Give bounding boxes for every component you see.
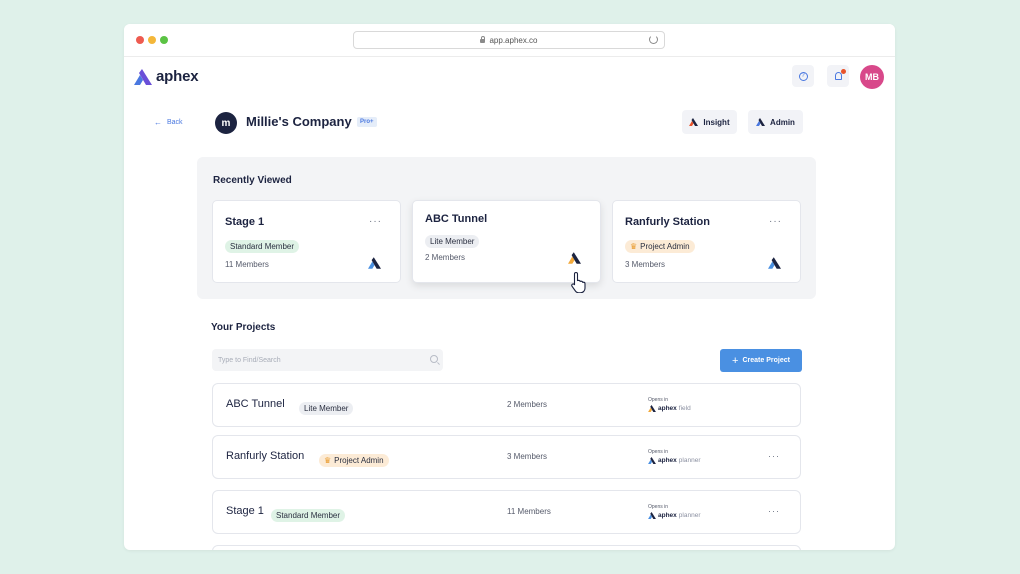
search-icon (430, 355, 438, 363)
arrow-left-icon: ← (154, 118, 162, 127)
opens-in-label: Opens in (648, 504, 669, 510)
app-module: planner (678, 512, 701, 519)
project-row-abc-tunnel[interactable]: ABC Tunnel Lite Member 2 Members Opens i… (212, 383, 801, 427)
reload-icon[interactable] (649, 35, 658, 44)
role-badge: ♛ Project Admin (319, 450, 389, 468)
insight-button[interactable]: Insight (682, 110, 737, 134)
role-badge-label: Standard Member (225, 240, 300, 253)
role-badge: Lite Member (299, 398, 354, 416)
aphex-logo-icon (134, 68, 152, 85)
role-badge-pill: ♛ Project Admin (625, 240, 695, 253)
project-name: Ranfurly Station (226, 450, 305, 462)
more-options-icon[interactable]: ··· (768, 506, 780, 516)
aphex-mark-icon (368, 257, 381, 269)
member-count: 3 Members (507, 452, 548, 461)
role-badge: Standard Member (225, 236, 300, 254)
role-badge-label: Project Admin (334, 456, 384, 465)
browser-chrome: app.aphex.co (124, 24, 895, 57)
back-link[interactable]: ← Back (154, 118, 183, 127)
project-row-ranfurly-station[interactable]: Ranfurly Station ♛ Project Admin 3 Member… (212, 435, 801, 479)
notification-dot (841, 69, 846, 74)
role-badge-pill: ♛ Project Admin (319, 454, 389, 467)
back-label: Back (167, 119, 183, 126)
role-badge-label: Lite Member (299, 402, 354, 415)
recent-card-stage-1[interactable]: Stage 1 ··· Standard Member 11 Members (212, 200, 401, 283)
role-badge: Lite Member (425, 231, 480, 249)
aphex-mark-icon (648, 405, 656, 412)
create-project-button[interactable]: + Create Project (720, 349, 802, 372)
opens-in-app: aphex planner (648, 512, 700, 519)
url-text: app.aphex.co (489, 35, 538, 45)
member-count: 11 Members (507, 507, 551, 516)
crown-icon: ♛ (324, 456, 332, 465)
aphex-mark-icon (689, 118, 699, 126)
aphex-mark-icon (756, 118, 766, 126)
close-window-button[interactable] (136, 36, 144, 44)
hand-pointer-icon (571, 271, 586, 293)
create-project-label: Create Project (742, 357, 790, 364)
crown-icon: ♛ (630, 242, 638, 251)
role-badge-label: Project Admin (640, 242, 690, 251)
member-count: 2 Members (425, 253, 466, 262)
aphex-logo[interactable]: aphex (134, 68, 199, 85)
project-search-input[interactable]: Type to Find/Search (212, 349, 443, 371)
member-count: 3 Members (625, 260, 666, 269)
recent-card-ranfurly-station[interactable]: Ranfurly Station ··· ♛ Project Admin 3 Me… (612, 200, 801, 283)
recently-viewed-title: Recently Viewed (213, 175, 292, 186)
notifications-button[interactable] (827, 65, 849, 87)
company-logo: m (215, 112, 237, 134)
question-circle-icon: ? (798, 71, 808, 81)
opens-in-label: Opens in (648, 449, 669, 455)
plan-badge: Pro+ (357, 117, 377, 127)
lock-icon (480, 36, 486, 43)
project-row-stage-1[interactable]: Stage 1 Standard Member 11 Members Opens… (212, 490, 801, 534)
opens-in: Opens in aphex planner (648, 504, 700, 519)
app-brand: aphex (658, 405, 677, 412)
help-button[interactable]: ? (792, 65, 814, 87)
admin-label: Admin (770, 117, 795, 127)
plus-icon: + (732, 354, 739, 367)
app-brand: aphex (658, 457, 677, 464)
app-brand: aphex (658, 512, 677, 519)
your-projects-title: Your Projects (211, 322, 276, 333)
opens-in: Opens in aphex planner (648, 449, 700, 464)
more-options-icon[interactable]: ··· (369, 216, 382, 227)
brand-name: aphex (156, 68, 199, 85)
avatar[interactable]: MB (860, 65, 884, 89)
address-bar[interactable]: app.aphex.co (353, 31, 665, 49)
maximize-window-button[interactable] (160, 36, 168, 44)
app-module: field (678, 405, 691, 412)
opens-in: Opens in aphex field (648, 397, 691, 412)
member-count: 2 Members (507, 400, 548, 409)
role-badge: Standard Member (271, 505, 346, 523)
aphex-mark-icon (648, 512, 656, 519)
recent-card-name: ABC Tunnel (425, 213, 488, 225)
role-badge-label: Lite Member (425, 235, 480, 248)
minimize-window-button[interactable] (148, 36, 156, 44)
app-module: planner (678, 457, 701, 464)
recent-card-name: Ranfurly Station (625, 216, 710, 228)
aphex-mark-icon (648, 457, 656, 464)
project-row-partial[interactable] (212, 545, 801, 550)
bell-icon (834, 72, 842, 80)
insight-label: Insight (703, 117, 730, 127)
member-count: 11 Members (225, 260, 269, 269)
aphex-mark-icon (568, 252, 581, 264)
recent-card-name: Stage 1 (225, 216, 265, 228)
browser-window: app.aphex.co aphex ? MB ← Back m Millie'… (124, 24, 895, 550)
company-name: Millie's Company (246, 114, 352, 129)
opens-in-app: aphex planner (648, 457, 700, 464)
project-name: ABC Tunnel (226, 398, 285, 410)
more-options-icon[interactable]: ··· (768, 451, 780, 461)
more-options-icon[interactable]: ··· (769, 216, 782, 227)
search-placeholder: Type to Find/Search (218, 356, 281, 364)
role-badge: ♛ Project Admin (625, 236, 695, 254)
project-name: Stage 1 (226, 505, 264, 517)
admin-button[interactable]: Admin (748, 110, 803, 134)
role-badge-label: Standard Member (271, 509, 346, 522)
aphex-mark-icon (768, 257, 781, 269)
opens-in-app: aphex field (648, 405, 691, 412)
opens-in-label: Opens in (648, 397, 669, 403)
